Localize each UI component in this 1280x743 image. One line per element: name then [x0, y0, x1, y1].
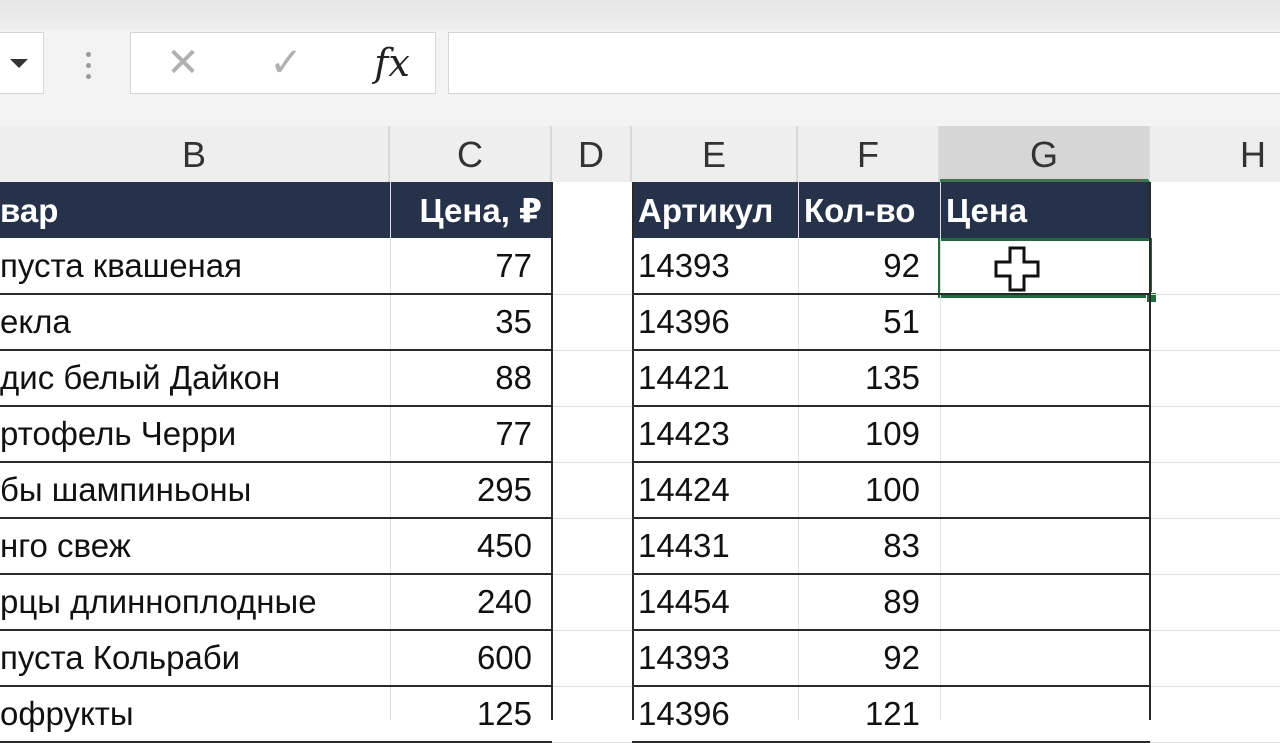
cell-target-price[interactable] [940, 350, 1150, 406]
cell-qty[interactable]: 100 [798, 462, 940, 518]
cell-article[interactable]: 14424 [632, 462, 798, 518]
table-border [0, 461, 552, 463]
column-header-g[interactable]: G [940, 126, 1150, 182]
column-header-f[interactable]: F [798, 126, 940, 182]
cell-price[interactable]: 240 [390, 574, 552, 630]
cell-product[interactable]: нго свеж [0, 518, 390, 574]
table-border [0, 293, 552, 295]
table-border [0, 349, 552, 351]
table-border [632, 685, 1150, 687]
cell-qty[interactable]: 135 [798, 350, 940, 406]
cell-qty[interactable]: 83 [798, 518, 940, 574]
table-border [0, 517, 552, 519]
cell-product[interactable]: екла [0, 294, 390, 350]
column-header-c[interactable]: C [390, 126, 552, 182]
cell-target-price[interactable] [940, 686, 1150, 742]
table-border [632, 293, 1150, 295]
cell-qty[interactable]: 89 [798, 574, 940, 630]
insert-function-icon[interactable]: fx [357, 33, 427, 93]
cell-price[interactable]: 77 [390, 406, 552, 462]
cell-qty[interactable]: 92 [798, 630, 940, 686]
cell-product[interactable]: дис белый Дайкон [0, 350, 390, 406]
worksheet-grid[interactable]: вар Цена, ₽ Артикул Кол-во Цена пуста кв… [0, 182, 1280, 743]
column-header-h[interactable]: H [1150, 126, 1280, 182]
table-border [0, 685, 552, 687]
formula-buttons: ✕ ✓ fx [130, 32, 436, 94]
title-strip [0, 0, 1280, 30]
header-article[interactable]: Артикул [632, 182, 798, 238]
cell-target-price[interactable] [940, 630, 1150, 686]
table-border [0, 573, 552, 575]
cell-product[interactable]: офрукты [0, 686, 390, 742]
cell-price[interactable]: 77 [390, 238, 552, 294]
cell-price[interactable]: 88 [390, 350, 552, 406]
cell-target-price[interactable] [940, 406, 1150, 462]
cell-product[interactable]: рцы длинноплодные [0, 574, 390, 630]
cell-target-price[interactable] [940, 574, 1150, 630]
gridline [390, 182, 391, 720]
cell-article[interactable]: 14393 [632, 238, 798, 294]
cell-qty[interactable]: 109 [798, 406, 940, 462]
table-border [632, 349, 1150, 351]
cell-target-price[interactable] [940, 294, 1150, 350]
cell-qty[interactable]: 92 [798, 238, 940, 294]
active-cell-g3[interactable] [938, 238, 1152, 298]
chevron-down-icon[interactable] [10, 59, 28, 68]
cell-product[interactable]: бы шампиньоны [0, 462, 390, 518]
name-box[interactable] [0, 32, 44, 94]
cell-product[interactable]: пуста Кольраби [0, 630, 390, 686]
cell-article[interactable]: 14396 [632, 686, 798, 742]
cell-article[interactable]: 14431 [632, 518, 798, 574]
table-border [632, 629, 1150, 631]
enter-check-icon[interactable]: ✓ [259, 33, 313, 93]
grip-dots-icon[interactable] [84, 48, 92, 84]
table-border [0, 405, 552, 407]
formula-toolbar: ✕ ✓ fx [0, 30, 1280, 126]
cell-price[interactable]: 35 [390, 294, 552, 350]
header-product[interactable]: вар [0, 182, 390, 238]
header-qty[interactable]: Кол-во [798, 182, 940, 238]
table-border [0, 629, 552, 631]
column-header-e[interactable]: E [632, 126, 798, 182]
column-header-d[interactable]: D [552, 126, 632, 182]
cell-price[interactable]: 600 [390, 630, 552, 686]
cell-article[interactable]: 14421 [632, 350, 798, 406]
cancel-icon[interactable]: ✕ [159, 33, 207, 93]
cell-product[interactable]: пуста квашеная [0, 238, 390, 294]
table-border [1149, 182, 1151, 720]
cell-article[interactable]: 14423 [632, 406, 798, 462]
cell-product[interactable]: ртофель Черри [0, 406, 390, 462]
table-border [632, 461, 1150, 463]
plus-cursor-icon [994, 246, 1040, 292]
header-price[interactable]: Цена, ₽ [390, 182, 552, 238]
cell-article[interactable]: 14396 [632, 294, 798, 350]
gridline [940, 182, 941, 720]
cell-target-price[interactable] [940, 518, 1150, 574]
table-border [632, 405, 1150, 407]
table-border [632, 517, 1150, 519]
cell-article[interactable]: 14393 [632, 630, 798, 686]
column-header-b[interactable]: B [0, 126, 390, 182]
table-border [632, 182, 634, 720]
cell-target-price[interactable] [940, 462, 1150, 518]
gridline [798, 182, 799, 720]
cell-article[interactable]: 14454 [632, 574, 798, 630]
header-target-price[interactable]: Цена [940, 182, 1150, 238]
cell-qty[interactable]: 51 [798, 294, 940, 350]
cell-price[interactable]: 125 [390, 686, 552, 742]
cell-qty[interactable]: 121 [798, 686, 940, 742]
cell-price[interactable]: 450 [390, 518, 552, 574]
cell-price[interactable]: 295 [390, 462, 552, 518]
formula-input[interactable] [448, 32, 1280, 94]
table-border [551, 182, 553, 720]
table-border [632, 573, 1150, 575]
